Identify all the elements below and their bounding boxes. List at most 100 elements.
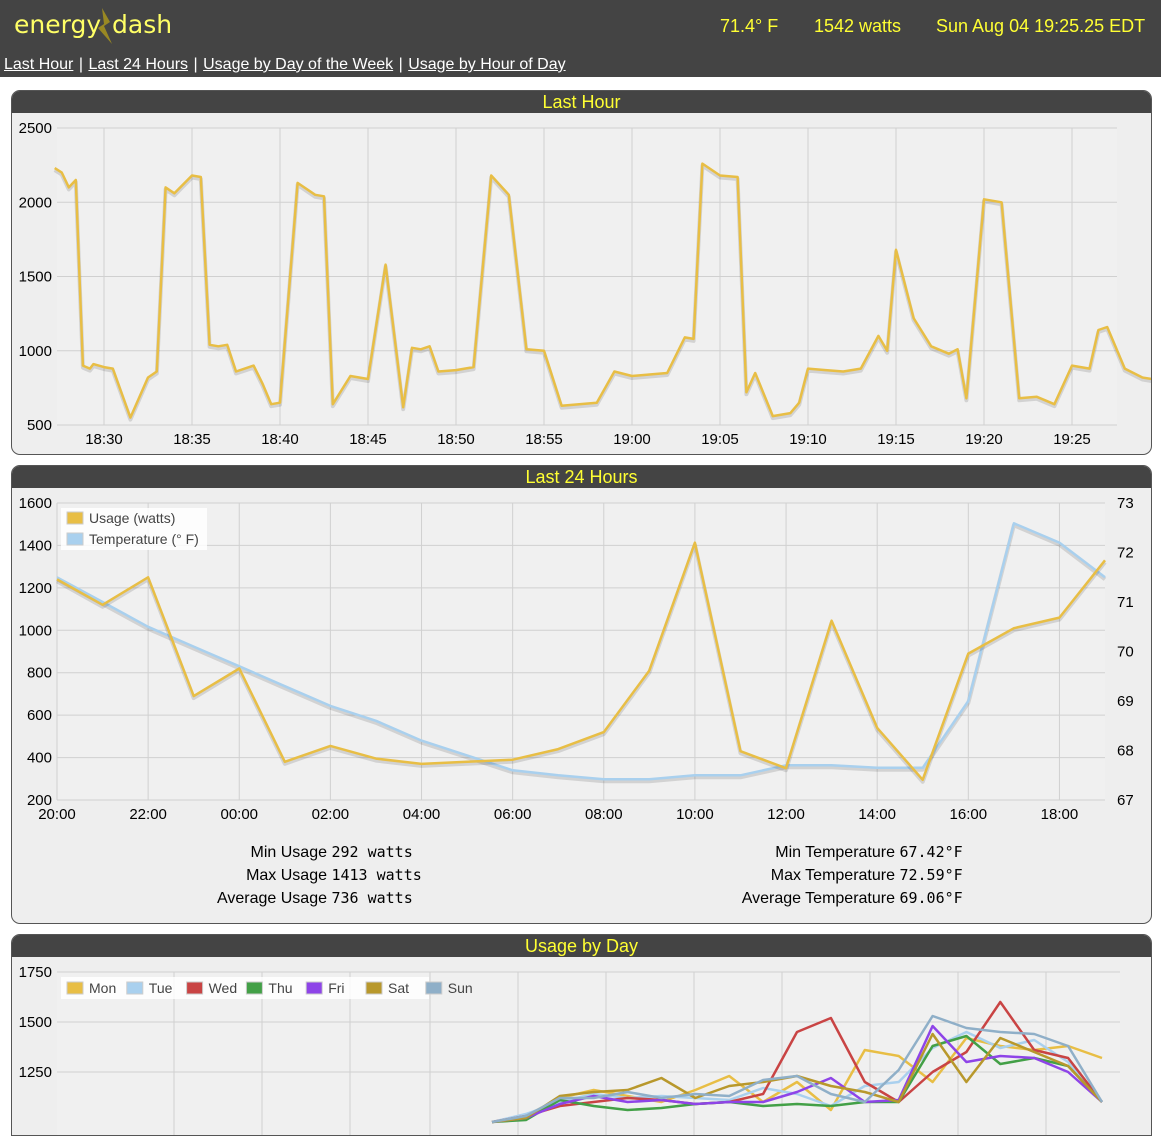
avg-usage-row: Average Usage 736 watts — [132, 889, 413, 908]
y-tick-label: 1000 — [19, 622, 52, 639]
y2-tick-label: 67 — [1117, 792, 1134, 809]
y2-tick-label: 68 — [1117, 743, 1134, 760]
current-temperature: 71.4° F — [720, 16, 779, 36]
x-tick-label: 10:00 — [676, 806, 714, 823]
nav-link-last-24-hours[interactable]: Last 24 Hours — [88, 56, 188, 73]
legend-swatch — [305, 981, 323, 995]
x-tick-label: 18:35 — [173, 431, 211, 448]
max-usage-value: 1413 watts — [331, 866, 422, 884]
y-tick-label: 800 — [27, 665, 52, 682]
usage-by-day-chart: 1250 1500 1750 Mon Tue Wed Thu Fri Sat Sun — [19, 964, 1120, 1135]
last-24-hours-title: Last 24 Hours — [12, 466, 1151, 488]
x-tick-label: 12:00 — [767, 806, 805, 823]
current-power: 1542 watts — [814, 16, 902, 36]
logo-right-text: dash — [112, 10, 172, 39]
min-usage-label: Min Usage — [250, 844, 327, 861]
x-tick-label: 22:00 — [129, 806, 167, 823]
y-tick-label: 1200 — [19, 580, 52, 597]
x-tick-label: 16:00 — [950, 806, 988, 823]
x-tick-label: 14:00 — [858, 806, 896, 823]
x-tick-label: 04:00 — [403, 806, 441, 823]
max-usage-label: Max Usage — [246, 867, 327, 884]
usage-by-day-title: Usage by Day — [12, 935, 1151, 957]
energydash-logo[interactable]: energy dash — [14, 4, 194, 46]
x-tick-label: 18:40 — [261, 431, 299, 448]
legend-swatch — [186, 981, 204, 995]
logo-graphic: energy dash — [14, 8, 172, 44]
max-temp-label: Max Temperature — [770, 867, 895, 884]
x-tick-label: 20:00 — [38, 806, 76, 823]
legend-label: Temperature (° F) — [89, 531, 199, 547]
legend-label: Wed — [209, 980, 238, 996]
nav-link-usage-by-hour-of-day[interactable]: Usage by Hour of Day — [408, 56, 565, 73]
legend-swatch — [425, 981, 443, 995]
y-tick-label: 1600 — [19, 495, 52, 512]
legend-label: Thu — [268, 980, 292, 996]
y-tick-label: 2000 — [19, 194, 52, 211]
y2-tick-label: 70 — [1117, 644, 1134, 661]
last-24-hours-chart: 2004006008001000120014001600676869707172… — [19, 495, 1134, 823]
legend-label: Fri — [328, 980, 344, 996]
x-tick-label: 19:20 — [965, 431, 1003, 448]
x-tick-label: 00:00 — [220, 806, 258, 823]
nav-link-usage-by-day-of-week[interactable]: Usage by Day of the Week — [203, 56, 393, 73]
legend-label: Mon — [89, 980, 116, 996]
legend-swatch — [66, 511, 84, 525]
min-temp-value: 67.42°F — [899, 843, 963, 861]
max-temp-row: Max Temperature 72.59°F — [662, 866, 963, 885]
x-tick-label: 18:50 — [437, 431, 475, 448]
y-tick-label: 1750 — [19, 964, 52, 981]
legend-label: Sat — [388, 980, 409, 996]
avg-usage-value: 736 watts — [331, 889, 413, 907]
max-usage-row: Max Usage 1413 watts — [132, 866, 422, 885]
x-tick-label: 19:10 — [789, 431, 827, 448]
avg-usage-label: Average Usage — [217, 890, 327, 907]
current-datetime: Sun Aug 04 19:25.25 EDT — [936, 16, 1146, 36]
x-tick-label: 19:00 — [613, 431, 651, 448]
x-tick-label: 19:15 — [877, 431, 915, 448]
y-tick-label: 600 — [27, 707, 52, 724]
y-tick-label: 2500 — [19, 120, 52, 137]
y-tick-label: 400 — [27, 750, 52, 767]
legend-swatch — [66, 532, 84, 546]
legend-swatch — [126, 981, 144, 995]
nav-separator: | — [193, 56, 198, 73]
legend-swatch — [245, 981, 263, 995]
y2-tick-label: 71 — [1117, 594, 1134, 611]
x-tick-label: 08:00 — [585, 806, 623, 823]
x-tick-label: 19:05 — [701, 431, 739, 448]
x-tick-label: 19:25 — [1053, 431, 1091, 448]
x-tick-label: 02:00 — [312, 806, 350, 823]
legend-label: Sun — [448, 980, 473, 996]
min-temp-row: Min Temperature 67.42°F — [662, 843, 963, 862]
x-tick-label: 18:55 — [525, 431, 563, 448]
min-usage-value: 292 watts — [331, 843, 413, 861]
nav-separator: | — [398, 56, 403, 73]
x-tick-label: 18:45 — [349, 431, 387, 448]
y-tick-label: 500 — [27, 417, 52, 434]
y-tick-label: 1500 — [19, 269, 52, 286]
nav-separator: | — [78, 56, 83, 73]
min-usage-row: Min Usage 292 watts — [132, 843, 413, 862]
avg-temp-label: Average Temperature — [741, 890, 895, 907]
max-temp-value: 72.59°F — [899, 866, 963, 884]
logo-left-text: energy — [14, 10, 101, 39]
last-hour-title: Last Hour — [12, 91, 1151, 113]
usage-by-day-panel: 1250 1500 1750 Mon Tue Wed Thu Fri Sat Sun Usage … — [11, 934, 1152, 1136]
y2-tick-label: 73 — [1117, 495, 1134, 512]
top-bar: energy dash 71.4° F 1542 watts Sun Aug 0… — [0, 0, 1161, 77]
nav-link-last-hour[interactable]: Last Hour — [4, 56, 73, 73]
y-tick-label: 1400 — [19, 537, 52, 554]
y-tick-label: 1250 — [19, 1064, 52, 1081]
last-hour-panel: 500 1000 1500 2000 2500 18:30 18:35 18:40 18:45 1… — [11, 90, 1152, 455]
y2-tick-label: 72 — [1117, 545, 1134, 562]
x-tick-label: 18:30 — [85, 431, 123, 448]
x-tick-label: 06:00 — [494, 806, 532, 823]
legend-label: Usage (watts) — [89, 510, 175, 526]
legend-label: Tue — [149, 980, 173, 996]
legend-swatch — [365, 981, 383, 995]
plot-area — [57, 503, 1105, 800]
y2-tick-label: 69 — [1117, 693, 1134, 710]
avg-temp-value: 69.06°F — [899, 889, 963, 907]
last-hour-chart: 500 1000 1500 2000 2500 18:30 18:35 18:40 18:45 1… — [19, 120, 1151, 448]
